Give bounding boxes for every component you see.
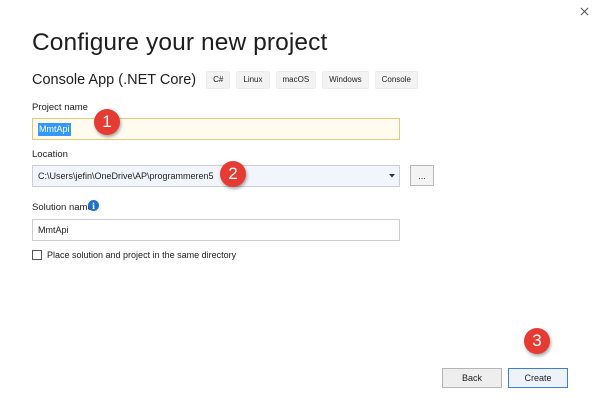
location-combobox[interactable]: C:\Users\jefin\OneDrive\AP\programmeren5 — [32, 165, 400, 187]
step-marker-1: 1 — [94, 109, 120, 135]
same-directory-checkbox[interactable] — [32, 250, 42, 260]
solution-name-input[interactable]: MmtApi — [32, 219, 400, 241]
configure-project-dialog: Configure your new project Console App (… — [0, 0, 600, 416]
create-button[interactable]: Create — [508, 368, 568, 388]
project-name-input[interactable]: MmtApi — [32, 118, 400, 140]
template-tags: C# Linux macOS Windows Console — [206, 71, 418, 89]
close-button[interactable] — [574, 2, 594, 20]
tag-linux: Linux — [236, 71, 270, 89]
tag-console: Console — [374, 71, 418, 89]
template-name: Console App (.NET Core) — [32, 72, 197, 88]
tag-windows: Windows — [322, 71, 369, 89]
back-button[interactable]: Back — [442, 368, 502, 388]
browse-location-button[interactable]: ... — [410, 165, 434, 186]
same-directory-label: Place solution and project in the same d… — [47, 250, 237, 260]
location-label: Location — [32, 149, 68, 160]
solution-name-value: MmtApi — [38, 225, 69, 235]
location-value: C:\Users\jefin\OneDrive\AP\programmeren5 — [38, 171, 214, 181]
page-title: Configure your new project — [32, 29, 328, 56]
step-marker-3: 3 — [524, 328, 550, 354]
project-name-value: MmtApi — [38, 122, 71, 136]
tag-macos: macOS — [275, 71, 317, 89]
info-icon[interactable]: i — [88, 200, 99, 211]
step-marker-2: 2 — [220, 161, 246, 187]
solution-name-label: Solution name — [32, 202, 93, 213]
template-info: Console App (.NET Core) C# Linux macOS W… — [32, 70, 418, 90]
close-icon — [580, 7, 588, 15]
project-name-label: Project name — [32, 102, 88, 113]
same-directory-option[interactable]: Place solution and project in the same d… — [32, 250, 236, 260]
chevron-down-icon[interactable] — [385, 166, 399, 186]
tag-csharp: C# — [206, 71, 231, 89]
